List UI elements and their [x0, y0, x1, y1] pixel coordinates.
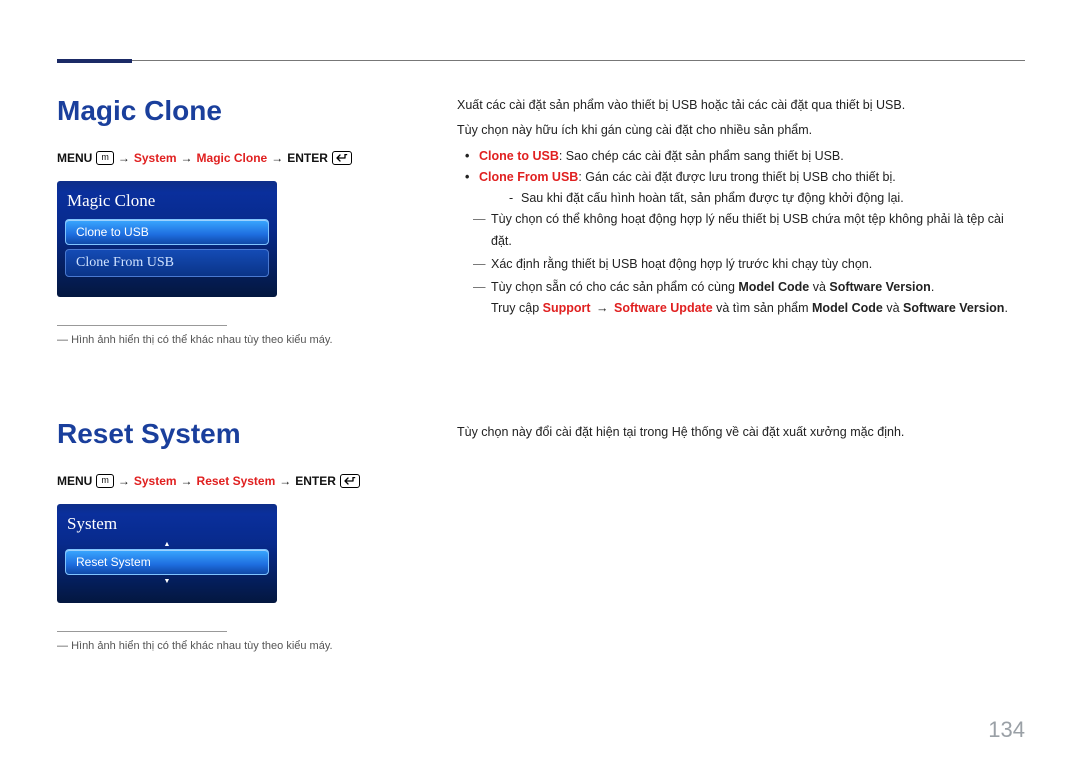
- note-verify-usb: Xác định rằng thiết bị USB hoạt động hợp…: [457, 254, 1025, 275]
- divider: [57, 631, 227, 632]
- menu-label: MENU: [57, 474, 92, 488]
- sub-bullet-reboot: Sau khi đặt cấu hình hoàn tất, sản phẩm …: [479, 188, 1025, 209]
- arrow-up-icon[interactable]: ▲: [65, 542, 269, 548]
- text-clone-from-usb: : Gán các cài đặt được lưu trong thiết b…: [578, 170, 895, 184]
- menu-label: MENU: [57, 151, 92, 165]
- header-rule: [57, 60, 1025, 63]
- menu-path-magic-clone: MENU m → System → Magic Clone → ENTER: [57, 151, 437, 165]
- arrow-icon: →: [118, 151, 130, 165]
- section-title-reset-system: Reset System: [57, 418, 437, 450]
- osd-item-clone-from-usb[interactable]: Clone From USB: [65, 249, 269, 277]
- arrow-down-icon[interactable]: ▼: [65, 579, 269, 585]
- nav-item: Magic Clone: [197, 151, 268, 165]
- description-reset-system: Tùy chọn này đổi cài đặt hiện tại trong …: [457, 418, 1025, 443]
- osd-heading: Magic Clone: [65, 189, 269, 219]
- menu-icon: m: [96, 474, 114, 488]
- arrow-icon: →: [181, 474, 193, 488]
- enter-icon: [340, 474, 360, 488]
- nav-item: Reset System: [197, 474, 276, 488]
- enter-label: ENTER: [287, 151, 328, 165]
- description-magic-clone: Xuất các cài đặt sản phẩm vào thiết bị U…: [457, 95, 1025, 320]
- divider: [57, 325, 227, 326]
- arrow-icon: →: [271, 151, 283, 165]
- label-clone-from-usb: Clone From USB: [479, 170, 578, 184]
- osd-heading: System: [65, 512, 269, 542]
- enter-label: ENTER: [295, 474, 336, 488]
- note-invalid-file: Tùy chọn có thể không hoạt động hợp lý n…: [457, 209, 1025, 252]
- section-title-magic-clone: Magic Clone: [57, 95, 437, 127]
- menu-path-reset-system: MENU m → System → Reset System → ENTER: [57, 474, 437, 488]
- menu-icon: m: [96, 151, 114, 165]
- image-disclaimer: Hình ảnh hiển thị có thể khác nhau tùy t…: [57, 640, 437, 652]
- arrow-icon: →: [279, 474, 291, 488]
- text-clone-to-usb: : Sao chép các cài đặt sản phẩm sang thi…: [559, 149, 844, 163]
- image-disclaimer: Hình ảnh hiển thị có thể khác nhau tùy t…: [57, 334, 437, 346]
- nav-system: System: [134, 474, 177, 488]
- osd-item-reset-system[interactable]: Reset System: [65, 549, 269, 575]
- desc-p1: Tùy chọn này đổi cài đặt hiện tại trong …: [457, 422, 1025, 443]
- enter-icon: [332, 151, 352, 165]
- nav-system: System: [134, 151, 177, 165]
- osd-panel-reset-system: System ▲ Reset System ▼: [57, 504, 277, 603]
- osd-panel-magic-clone: Magic Clone Clone to USB Clone From USB: [57, 181, 277, 297]
- osd-item-clone-to-usb[interactable]: Clone to USB: [65, 219, 269, 245]
- desc-p1: Xuất các cài đặt sản phẩm vào thiết bị U…: [457, 95, 1025, 116]
- arrow-icon: →: [118, 474, 130, 488]
- note-model-version: Tùy chọn sẵn có cho các sản phẩm có cùng…: [457, 277, 1025, 320]
- bullet-clone-from-usb: Clone From USB: Gán các cài đặt được lưu…: [457, 167, 1025, 210]
- page-number: 134: [988, 717, 1025, 743]
- osd-item-label: Reset System: [76, 555, 258, 569]
- arrow-icon: →: [181, 151, 193, 165]
- desc-p2: Tùy chọn này hữu ích khi gán cùng cài đặ…: [457, 120, 1025, 141]
- bullet-clone-to-usb: Clone to USB: Sao chép các cài đặt sản p…: [457, 146, 1025, 167]
- label-clone-to-usb: Clone to USB: [479, 149, 559, 163]
